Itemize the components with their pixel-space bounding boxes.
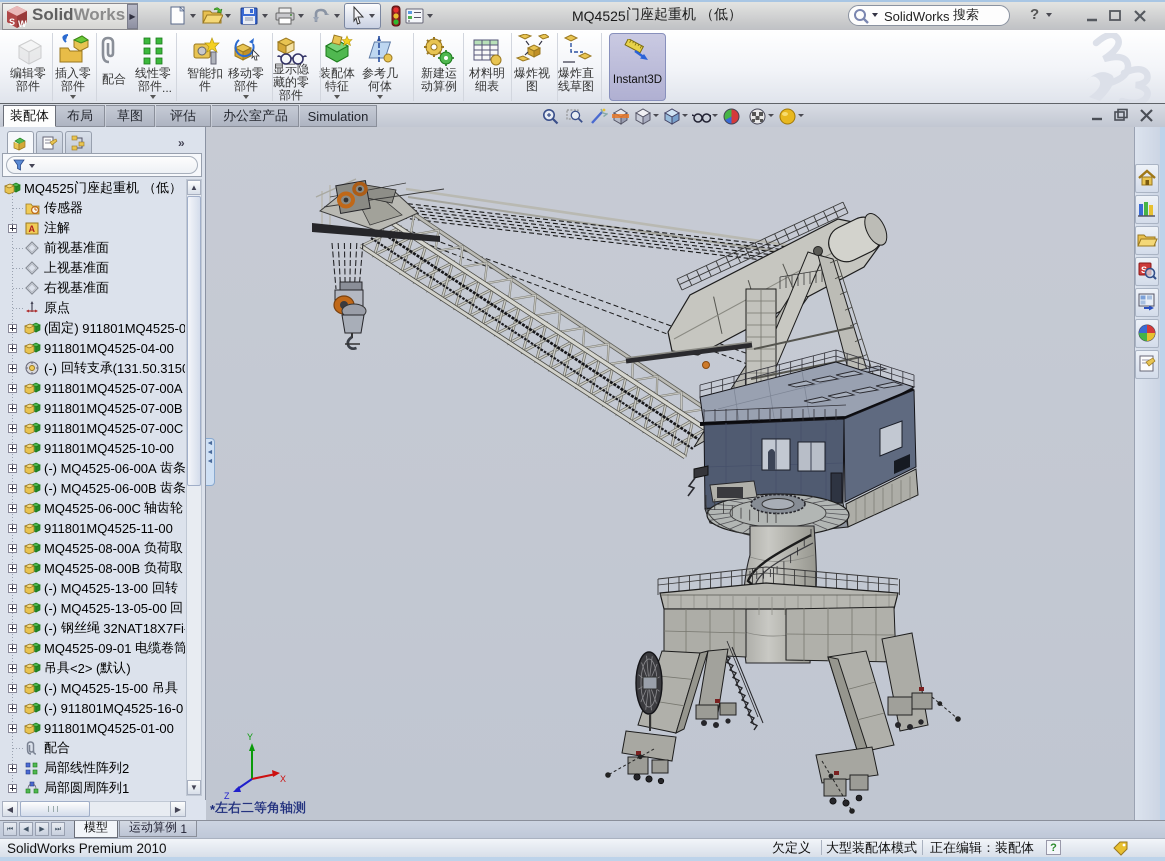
svg-text:W: W <box>18 19 27 29</box>
svg-text:A: A <box>29 224 36 234</box>
svg-text:Z: Z <box>224 791 230 801</box>
svg-text:X: X <box>280 774 286 784</box>
svg-text:S: S <box>9 17 15 27</box>
svg-text:Y: Y <box>247 732 253 742</box>
